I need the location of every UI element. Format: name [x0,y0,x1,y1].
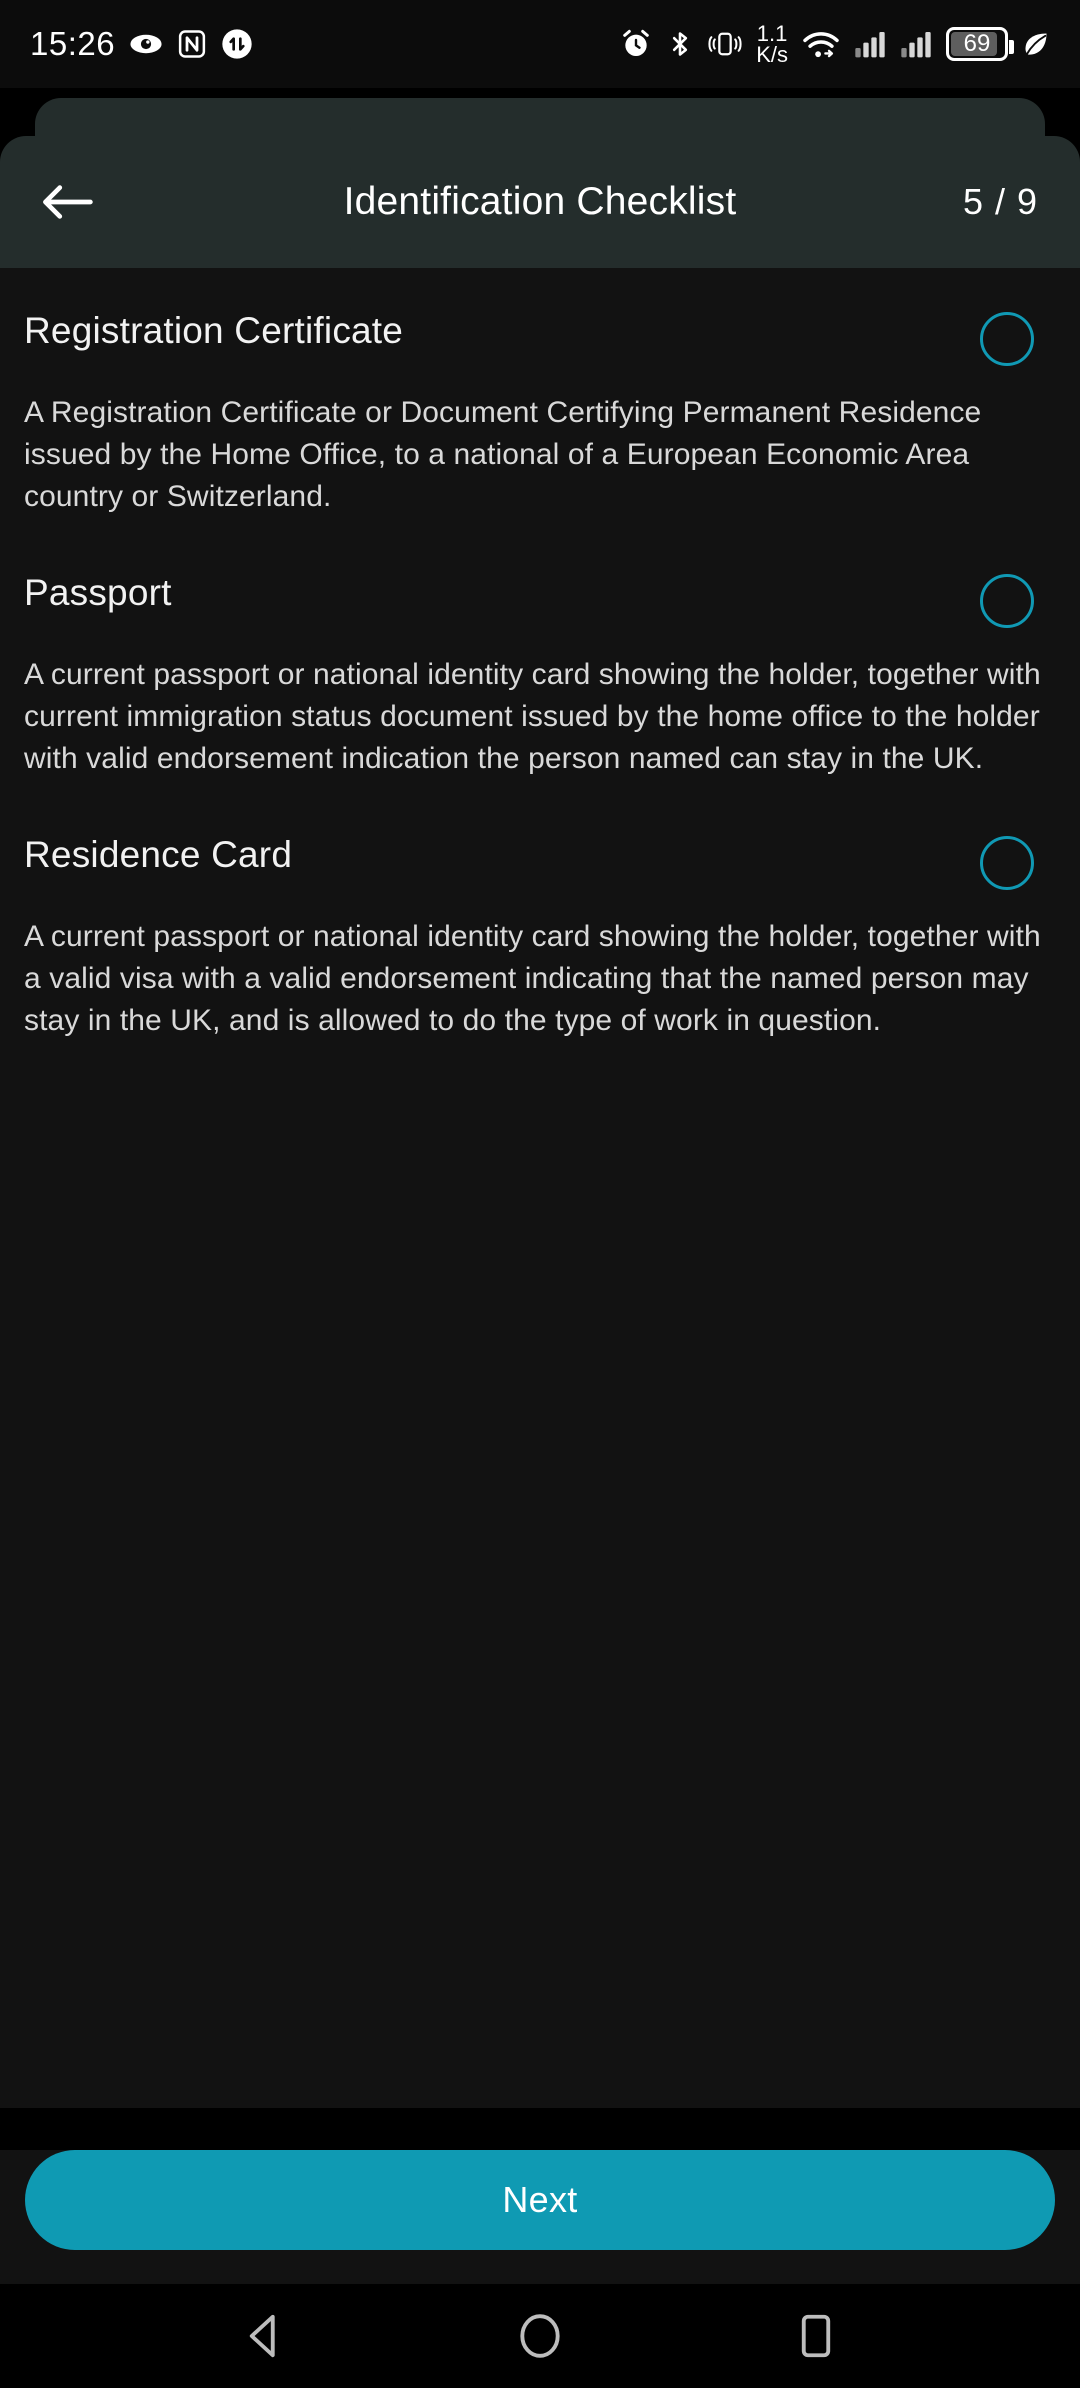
status-bar: 15:26 1.1 K/s 69 [0,0,1080,88]
system-navigation-bar [0,2284,1080,2388]
footer-action-bar: Next [0,2150,1080,2250]
network-speed-value: 1.1 [756,21,788,46]
status-bar-left: 15:26 [30,25,253,63]
network-speed-unit: K/s [756,42,788,67]
eye-comfort-icon [129,27,163,61]
checklist-item-radio[interactable] [980,836,1034,890]
power-saving-leaf-icon [1022,30,1050,58]
checklist-item-description: A current passport or national identity … [24,658,1041,775]
checklist-item[interactable]: Registration Certificate A Registration … [22,268,1058,518]
nav-recents-icon[interactable] [776,2296,856,2376]
checklist-item-header: Residence Card [22,792,1058,890]
checklist-item[interactable]: Passport A current passport or national … [22,530,1058,780]
data-transfer-icon [221,28,253,60]
footer-spacer [0,2250,1080,2284]
vibrate-icon [708,28,742,60]
checklist-item-radio[interactable] [980,574,1034,628]
checklist-item-title: Residence Card [24,834,293,875]
checklist-item-title: Passport [24,572,172,613]
app-bar: Identification Checklist 5 / 9 [0,136,1080,268]
checklist-item[interactable]: Residence Card A current passport or nat… [22,792,1058,1042]
status-bar-right: 1.1 K/s 69 [620,21,1050,67]
wifi-icon [802,28,840,60]
checklist-item-radio[interactable] [980,312,1034,366]
next-button[interactable]: Next [25,2150,1055,2250]
phone-screen: 15:26 1.1 K/s 69 Identification Checklis… [0,0,1080,2388]
battery-percent: 69 [963,30,991,57]
checklist-item-header: Registration Certificate [22,268,1058,366]
step-counter: 5 / 9 [962,181,1038,222]
network-speed: 1.1 K/s [756,21,788,67]
page-title: Identification Checklist [343,180,737,223]
status-time: 15:26 [30,25,116,62]
checklist-item-title: Registration Certificate [24,310,404,351]
checklist-item-description: A current passport or national identity … [24,920,1041,1037]
checklist-content: Registration Certificate A Registration … [0,268,1080,2108]
nav-back-icon[interactable] [224,2296,304,2376]
bluetooth-icon [666,28,694,60]
checklist-item-description: A Registration Certificate or Document C… [24,396,982,513]
nav-home-icon[interactable] [500,2296,580,2376]
nfc-icon [177,29,207,59]
checklist-item-header: Passport [22,530,1058,628]
cellular-signal-1-icon [854,29,886,59]
alarm-icon [620,28,652,60]
battery-icon: 69 [946,27,1014,61]
cellular-signal-2-icon [900,29,932,59]
